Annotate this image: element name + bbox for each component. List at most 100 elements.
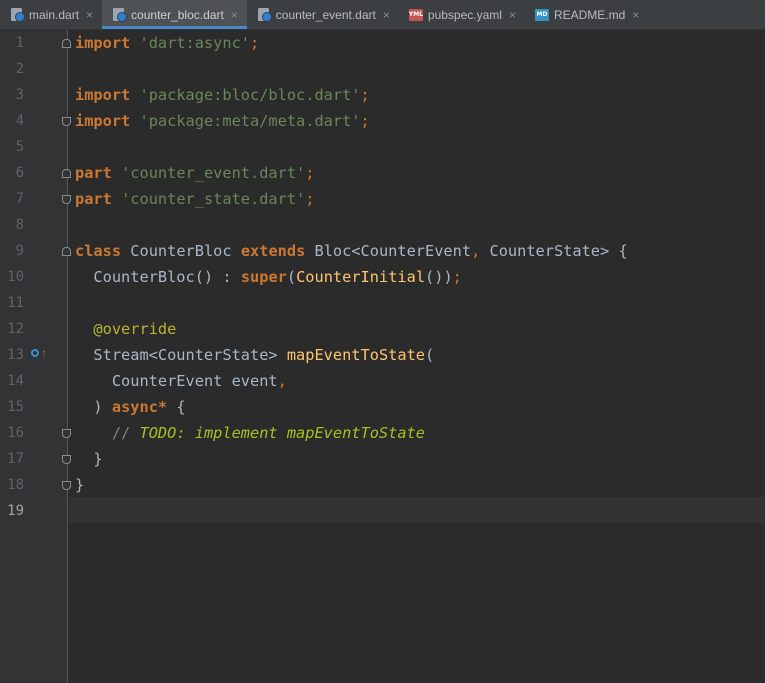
- line-number: 3: [15, 87, 24, 103]
- brace: {: [176, 398, 186, 416]
- semicolon: ;: [360, 86, 370, 104]
- class-name: CounterBloc: [130, 242, 232, 260]
- tab-label: pubspec.yaml: [427, 7, 502, 22]
- keyword: super: [240, 268, 287, 286]
- dart-file-icon: [257, 7, 272, 22]
- colon: :: [222, 268, 232, 286]
- line-number: 14: [7, 373, 24, 389]
- string-literal: 'counter_event.dart': [121, 164, 306, 182]
- code-editor[interactable]: import 'dart:async'; import 'package:blo…: [69, 30, 765, 683]
- line-number: 5: [15, 139, 24, 155]
- tab-pubspec-yaml[interactable]: YML pubspec.yaml ×: [399, 0, 525, 29]
- implements-up-arrow-icon[interactable]: ↑: [41, 347, 47, 359]
- keyword: part: [75, 164, 112, 182]
- brace: }: [93, 450, 103, 468]
- annotation: @: [93, 320, 103, 338]
- tab-counter-bloc-dart[interactable]: counter_bloc.dart ×: [102, 0, 247, 29]
- close-icon[interactable]: ×: [632, 8, 639, 22]
- keyword: import: [75, 34, 131, 52]
- semicolon: ;: [250, 34, 260, 52]
- brace: }: [75, 476, 85, 494]
- tab-label: main.dart: [29, 7, 80, 22]
- dart-file-icon: [10, 7, 25, 22]
- code-line-4: import 'package:meta/meta.dart';: [75, 108, 370, 134]
- string-literal: 'counter_state.dart': [121, 190, 306, 208]
- semicolon: ;: [452, 268, 462, 286]
- code-line-10: CounterBloc() : super(CounterInitial());: [75, 264, 462, 290]
- markdown-file-icon: MD: [534, 8, 549, 22]
- keyword: import: [75, 112, 131, 130]
- semicolon: ;: [360, 112, 370, 130]
- line-number: 10: [7, 269, 24, 285]
- comma: ,: [277, 372, 287, 390]
- code-line-1: import 'dart:async';: [75, 30, 259, 56]
- line-number-gutter[interactable]: 1 2 3 4 5 6 7 8 9 10 11 12 13 14 15 16 1…: [0, 30, 71, 683]
- code-line-15: ) async* {: [75, 394, 186, 420]
- code-line-7: part 'counter_state.dart';: [75, 186, 314, 212]
- tab-main-dart[interactable]: main.dart ×: [0, 0, 102, 29]
- type-name: Stream<CounterState>: [93, 346, 278, 364]
- parameter: CounterEvent event: [111, 372, 278, 390]
- code-line-13: Stream<CounterState> mapEventToState(: [75, 342, 434, 368]
- tab-label: counter_event.dart: [275, 7, 376, 22]
- semicolon: ;: [305, 164, 315, 182]
- brace: {: [618, 242, 628, 260]
- string-literal: 'dart:async': [139, 34, 250, 52]
- code-line-14: CounterEvent event,: [75, 368, 287, 394]
- constructor-name: CounterBloc(): [93, 268, 214, 286]
- comma: ,: [471, 242, 481, 260]
- annotation: override: [102, 320, 177, 338]
- keyword: part: [75, 190, 112, 208]
- code-line-3: import 'package:bloc/bloc.dart';: [75, 82, 370, 108]
- line-number: 15: [7, 399, 24, 415]
- editor-tab-bar: main.dart × counter_bloc.dart × counter_…: [0, 0, 765, 30]
- line-number: 6: [15, 165, 24, 181]
- dart-file-icon: [112, 7, 128, 22]
- line-number: 18: [7, 477, 24, 493]
- line-number: 16: [7, 425, 24, 441]
- string-literal: 'package:bloc/bloc.dart': [139, 86, 361, 104]
- line-number: 13: [7, 347, 24, 363]
- line-number: 9: [15, 243, 24, 259]
- paren: ()): [425, 268, 453, 286]
- keyword: import: [75, 86, 131, 104]
- keyword: async*: [111, 398, 168, 416]
- close-icon[interactable]: ×: [509, 8, 516, 22]
- tab-label: README.md: [553, 7, 626, 22]
- type-name: CounterState>: [489, 242, 610, 260]
- tab-readme-md[interactable]: MD README.md ×: [525, 0, 648, 29]
- tab-counter-event-dart[interactable]: counter_event.dart ×: [247, 0, 399, 29]
- paren: (: [425, 346, 435, 364]
- type-name: Bloc<CounterEvent: [314, 242, 472, 260]
- comment: //: [111, 424, 131, 442]
- line-number: 1: [15, 35, 24, 51]
- close-icon[interactable]: ×: [86, 8, 93, 22]
- close-icon[interactable]: ×: [231, 8, 238, 22]
- code-line-18: }: [75, 472, 84, 498]
- yaml-file-icon: YML: [408, 8, 423, 22]
- semicolon: ;: [305, 190, 315, 208]
- line-number: 17: [7, 451, 24, 467]
- override-method-icon[interactable]: [31, 349, 39, 357]
- code-line-9: class CounterBloc extends Bloc<CounterEv…: [75, 238, 628, 264]
- line-number-current: 19: [7, 503, 24, 519]
- line-number: 12: [7, 321, 24, 337]
- keyword: class: [75, 242, 122, 260]
- tab-label: counter_bloc.dart: [131, 7, 224, 22]
- line-number: 7: [15, 191, 24, 207]
- line-number: 11: [7, 295, 24, 311]
- code-line-17: }: [75, 446, 103, 472]
- line-number: 4: [15, 113, 24, 129]
- code-line-6: part 'counter_event.dart';: [75, 160, 314, 186]
- close-icon[interactable]: ×: [383, 8, 390, 22]
- code-line-16: // TODO: implement mapEventToState: [75, 420, 425, 446]
- string-literal: 'package:meta/meta.dart': [139, 112, 361, 130]
- paren: ): [93, 398, 103, 416]
- function-call: CounterInitial: [296, 268, 426, 286]
- current-line-highlight: [69, 497, 765, 523]
- code-line-12: @override: [75, 316, 176, 342]
- todo-comment: TODO: implement mapEventToState: [139, 424, 425, 442]
- keyword: extends: [240, 242, 306, 260]
- paren: (: [286, 268, 297, 286]
- function-declaration: mapEventToState: [286, 346, 425, 364]
